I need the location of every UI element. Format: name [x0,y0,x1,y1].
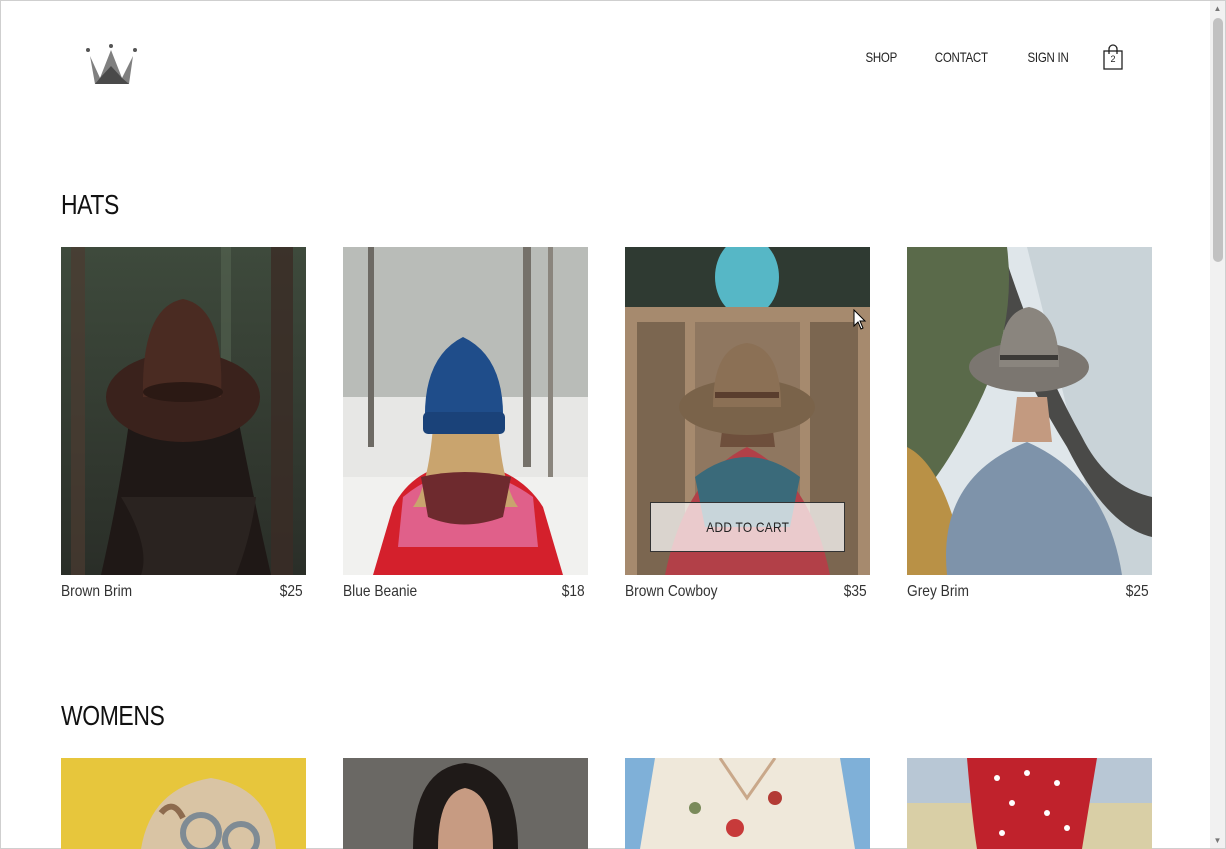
nav-shop-link[interactable]: SHOP [865,49,897,65]
cart-button[interactable]: 2 [1102,44,1124,70]
product-image[interactable] [343,758,588,849]
scroll-up-arrow-icon[interactable]: ▲ [1210,1,1225,16]
product-price: $25 [280,583,303,600]
product-image[interactable] [61,758,306,849]
product-image[interactable] [907,247,1152,575]
product-image[interactable] [625,758,870,849]
nav-signin-link[interactable]: SIGN IN [1027,49,1068,65]
product-price: $35 [844,583,867,600]
product-footer: Brown Cowboy $35 [625,583,870,601]
section-title-hats[interactable]: HATS [61,189,119,221]
product-image[interactable] [61,247,306,575]
product-name: Brown Cowboy [625,583,718,600]
product-card[interactable]: Blue Beanie $18 [343,247,588,601]
product-image[interactable] [343,247,588,575]
crown-logo-icon[interactable] [86,44,138,88]
womens-product-grid [61,758,1152,849]
hats-product-grid: Brown Brim $25 Blue Beanie $18 ADD TO CA… [61,247,1152,601]
product-name: Brown Brim [61,583,133,600]
product-card[interactable]: Grey Brim $25 [907,247,1152,601]
product-footer: Grey Brim $25 [907,583,1152,601]
product-card[interactable] [907,758,1152,849]
main-nav: SHOP CONTACT SIGN IN 2 [862,44,1124,70]
product-card[interactable]: ADD TO CART Brown Cowboy $35 [625,247,870,601]
vertical-scrollbar[interactable]: ▲ ▼ [1210,1,1225,848]
product-card[interactable]: Brown Brim $25 [61,247,306,601]
product-footer: Brown Brim $25 [61,583,306,601]
product-name: Grey Brim [907,583,969,600]
product-price: $25 [1126,583,1149,600]
cart-count-badge: 2 [1110,54,1116,64]
add-to-cart-button[interactable]: ADD TO CART [650,502,845,552]
product-card[interactable] [625,758,870,849]
product-footer: Blue Beanie $18 [343,583,588,601]
product-price: $18 [562,583,585,600]
product-name: Blue Beanie [343,583,418,600]
nav-contact-link[interactable]: CONTACT [935,49,988,65]
site-header: SHOP CONTACT SIGN IN 2 [0,0,1210,120]
product-card[interactable] [343,758,588,849]
product-card[interactable] [61,758,306,849]
scrollbar-thumb[interactable] [1213,18,1223,262]
scroll-down-arrow-icon[interactable]: ▼ [1210,833,1225,848]
product-image[interactable] [907,758,1152,849]
product-image[interactable]: ADD TO CART [625,247,870,575]
section-title-womens[interactable]: WOMENS [61,700,165,732]
